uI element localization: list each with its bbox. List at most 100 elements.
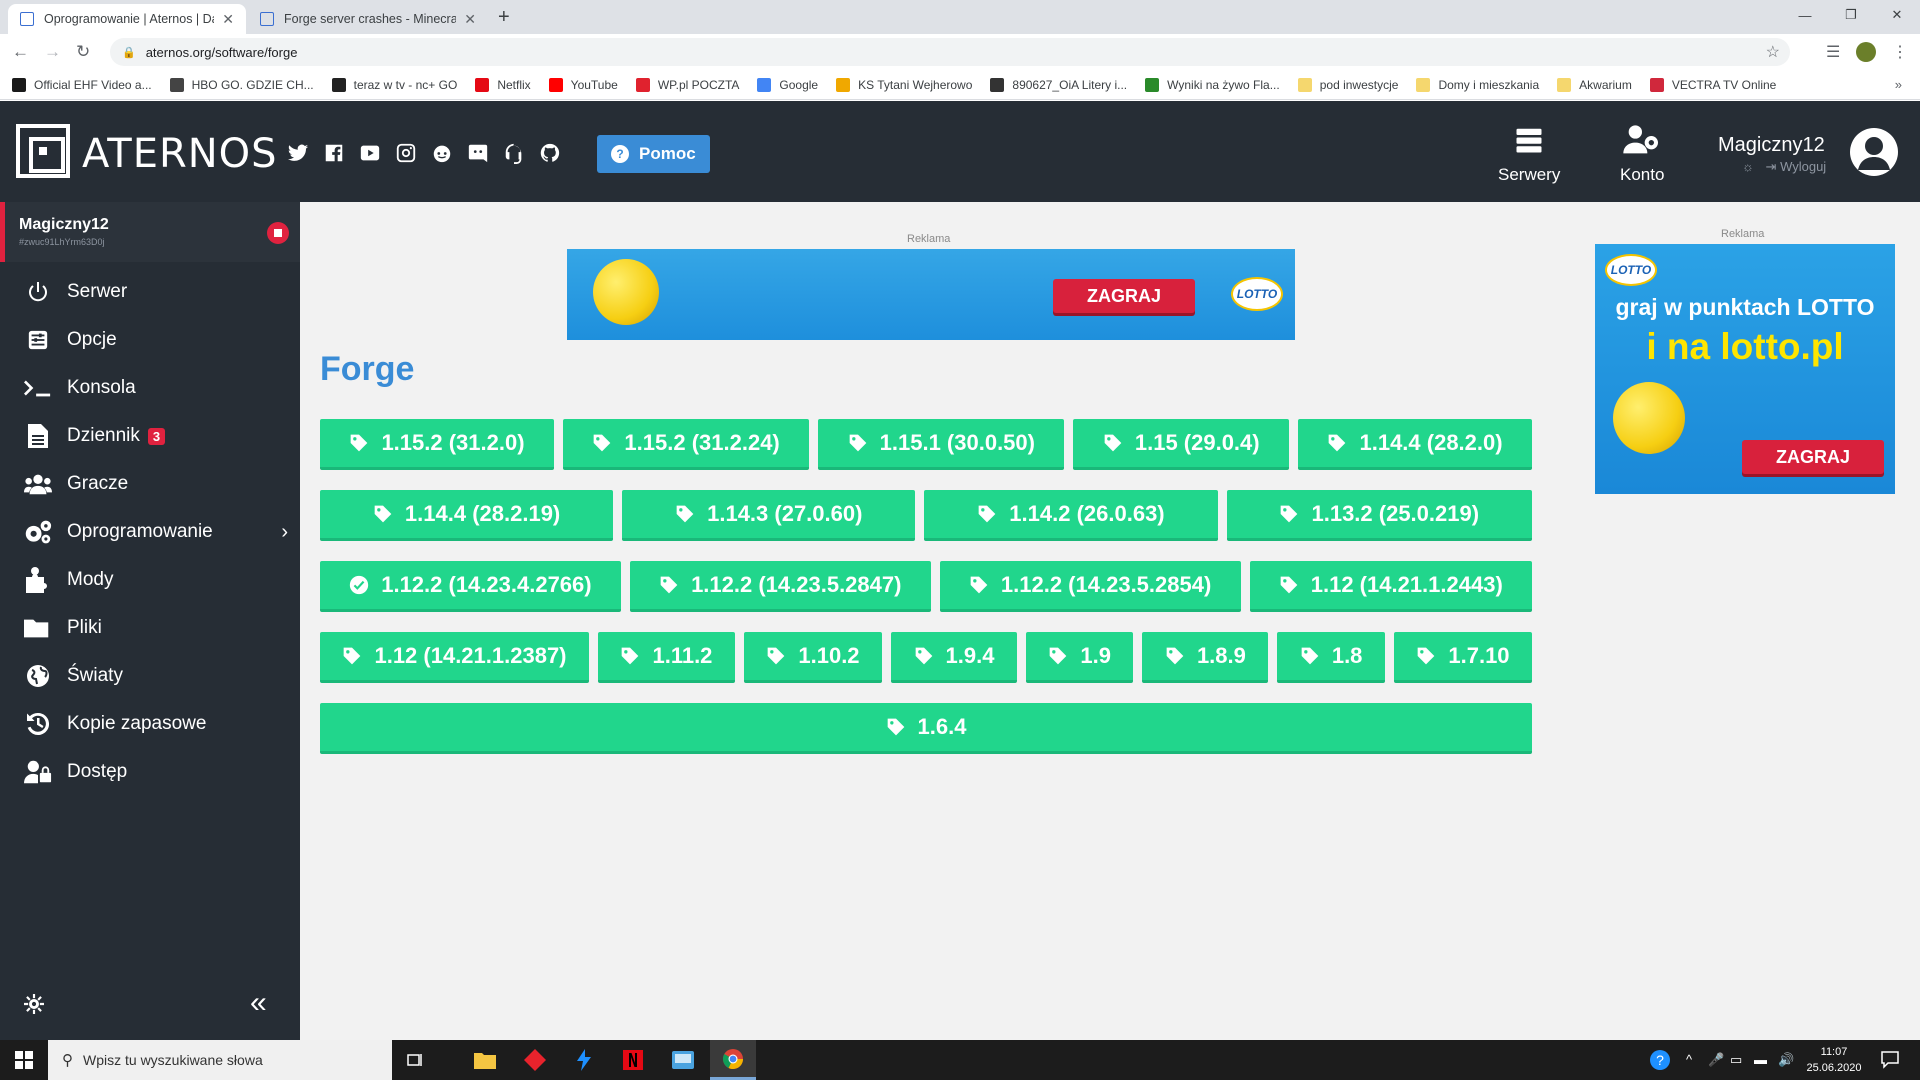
- bookmark-item[interactable]: VECTRA TV Online: [1649, 77, 1776, 92]
- version-button[interactable]: 1.7.10: [1393, 632, 1533, 683]
- twitter-icon[interactable]: [286, 141, 310, 165]
- bookmark-item[interactable]: Official EHF Video a...: [12, 77, 152, 92]
- facebook-icon[interactable]: [322, 141, 346, 165]
- reload-icon[interactable]: ↻: [76, 42, 90, 62]
- version-button[interactable]: 1.12 (14.21.1.2443): [1249, 561, 1533, 612]
- version-button[interactable]: 1.12 (14.21.1.2387): [320, 632, 589, 683]
- logout-link[interactable]: ⇥ Wyloguj: [1766, 159, 1827, 174]
- new-tab-button[interactable]: +: [498, 6, 510, 29]
- sidebar-item-serwer[interactable]: Serwer: [0, 268, 300, 316]
- sidebar-item-gracze[interactable]: Gracze: [0, 460, 300, 508]
- close-tab-icon[interactable]: ✕: [464, 11, 476, 28]
- action-center-icon[interactable]: [1880, 1049, 1900, 1072]
- sidebar-item-oprogramowanie[interactable]: Oprogramowanie ›: [0, 508, 300, 556]
- github-icon[interactable]: [538, 141, 562, 165]
- close-window-button[interactable]: ✕: [1874, 0, 1920, 30]
- version-button[interactable]: 1.9.4: [891, 632, 1017, 683]
- version-button[interactable]: 1.12.2 (14.23.5.2854): [939, 561, 1241, 612]
- show-hidden-icons-icon[interactable]: ^: [1686, 1052, 1692, 1067]
- bookmark-item[interactable]: pod inwestycje: [1297, 77, 1398, 92]
- network-icon[interactable]: ▭: [1730, 1052, 1742, 1068]
- top-ad-banner[interactable]: ZAGRAJ LOTTO: [567, 249, 1295, 340]
- version-button[interactable]: 1.8.9: [1142, 632, 1269, 683]
- version-button[interactable]: 1.8: [1277, 632, 1385, 683]
- aternos-logo-icon[interactable]: [16, 124, 70, 178]
- version-button[interactable]: 1.14.4 (28.2.19): [320, 490, 614, 541]
- red-app-icon[interactable]: [512, 1040, 558, 1080]
- sidebar-item-dziennik[interactable]: Dziennik 3: [0, 412, 300, 460]
- support-headset-icon[interactable]: [502, 141, 526, 165]
- side-ad-play-button[interactable]: ZAGRAJ: [1742, 440, 1884, 474]
- bookmark-item[interactable]: teraz w tv - nc+ GO: [331, 77, 457, 92]
- bookmark-star-icon[interactable]: ☆: [1766, 42, 1780, 62]
- netflix-icon[interactable]: [610, 1040, 656, 1080]
- tv-app-icon[interactable]: [660, 1040, 706, 1080]
- close-tab-icon[interactable]: ✕: [222, 11, 234, 28]
- back-icon[interactable]: ←: [12, 42, 29, 62]
- bookmark-item[interactable]: WP.pl POCZTA: [635, 77, 739, 92]
- profile-avatar-icon[interactable]: [1856, 42, 1876, 62]
- sidebar-item-kopie-zapasowe[interactable]: Kopie zapasowe: [0, 700, 300, 748]
- microphone-icon[interactable]: 🎤: [1708, 1052, 1724, 1068]
- bookmark-item[interactable]: KS Tytani Wejherowo: [836, 77, 972, 92]
- bookmark-item[interactable]: 890627_OiA Litery i...: [990, 77, 1127, 92]
- discord-icon[interactable]: [466, 141, 490, 165]
- version-button[interactable]: 1.9: [1025, 632, 1134, 683]
- chrome-icon[interactable]: [710, 1040, 756, 1080]
- sidebar-item-opcje[interactable]: Opcje: [0, 316, 300, 364]
- brand-name[interactable]: ATERNOS: [82, 131, 278, 177]
- settings-gear-icon[interactable]: ☼: [1742, 159, 1754, 174]
- browser-tab-forge-crashes[interactable]: Forge server crashes - Minecraft ✕: [248, 4, 488, 34]
- volume-icon[interactable]: 🔊: [1778, 1052, 1794, 1068]
- reddit-icon[interactable]: [430, 141, 454, 165]
- bookmark-item[interactable]: Google: [757, 77, 818, 92]
- sidebar-item-mody[interactable]: Mody: [0, 556, 300, 604]
- server-header[interactable]: Magiczny12 #zwuc91LhYrm63D0j: [0, 202, 300, 262]
- version-button[interactable]: 1.10.2: [743, 632, 883, 683]
- theme-settings-icon[interactable]: [24, 994, 44, 1019]
- bookmark-item[interactable]: YouTube: [548, 77, 618, 92]
- version-button[interactable]: 1.13.2 (25.0.219): [1226, 490, 1532, 541]
- windows-start-icon[interactable]: [0, 1040, 48, 1080]
- bookmark-item[interactable]: Wyniki na żywo Fla...: [1145, 77, 1280, 92]
- browser-tab-aternos[interactable]: Oprogramowanie | Aternos | Dar ✕: [8, 4, 246, 34]
- collapse-sidebar-icon[interactable]: «: [250, 986, 267, 1020]
- version-button-installed[interactable]: 1.12.2 (14.23.4.2766): [320, 561, 621, 612]
- forward-icon[interactable]: →: [44, 42, 61, 62]
- version-button[interactable]: 1.6.4: [320, 703, 1532, 754]
- sidebar-item-konsola[interactable]: Konsola: [0, 364, 300, 412]
- version-button[interactable]: 1.14.3 (27.0.60): [622, 490, 916, 541]
- bookmark-item[interactable]: Akwarium: [1557, 77, 1632, 92]
- maximize-button[interactable]: ❐: [1828, 0, 1874, 30]
- more-bookmarks-icon[interactable]: »: [1895, 77, 1902, 92]
- version-button[interactable]: 1.12.2 (14.23.5.2847): [629, 561, 931, 612]
- url-input[interactable]: 🔒 aternos.org/software/forge ☆: [110, 38, 1790, 66]
- help-tray-icon[interactable]: ?: [1650, 1050, 1670, 1073]
- user-avatar[interactable]: [1850, 128, 1898, 176]
- bookmark-item[interactable]: Domy i mieszkania: [1416, 77, 1539, 92]
- help-button[interactable]: ? Pomoc: [597, 135, 710, 173]
- blue-app-icon[interactable]: [560, 1040, 606, 1080]
- file-explorer-icon[interactable]: [462, 1040, 508, 1080]
- bookmark-item[interactable]: Netflix: [475, 77, 531, 92]
- battery-icon[interactable]: ▬: [1754, 1052, 1767, 1067]
- bookmark-item[interactable]: HBO GO. GDZIE CH...: [169, 77, 314, 92]
- taskbar-clock[interactable]: 11:07 25.06.2020: [1806, 1044, 1862, 1076]
- version-button[interactable]: 1.15.1 (30.0.50): [818, 419, 1065, 470]
- sidebar-item-pliki[interactable]: Pliki: [0, 604, 300, 652]
- banner-play-button[interactable]: ZAGRAJ: [1053, 279, 1195, 313]
- reading-list-icon[interactable]: ☰: [1826, 42, 1840, 62]
- menu-kebab-icon[interactable]: ⋮: [1892, 42, 1908, 62]
- side-ad-banner[interactable]: LOTTO graj w punktach LOTTO i na lotto.p…: [1595, 244, 1895, 494]
- nav-servers[interactable]: Serwery: [1498, 121, 1560, 185]
- version-button[interactable]: 1.11.2: [598, 632, 735, 683]
- nav-account[interactable]: Konto: [1620, 121, 1664, 185]
- version-button[interactable]: 1.15.2 (31.2.24): [562, 419, 810, 470]
- sidebar-item-dostep[interactable]: Dostęp: [0, 748, 300, 796]
- youtube-icon[interactable]: [358, 141, 382, 165]
- version-button[interactable]: 1.15 (29.0.4): [1073, 419, 1290, 470]
- sidebar-item-swiaty[interactable]: Światy: [0, 652, 300, 700]
- version-button[interactable]: 1.14.4 (28.2.0): [1298, 419, 1533, 470]
- version-button[interactable]: 1.14.2 (26.0.63): [924, 490, 1218, 541]
- instagram-icon[interactable]: [394, 141, 418, 165]
